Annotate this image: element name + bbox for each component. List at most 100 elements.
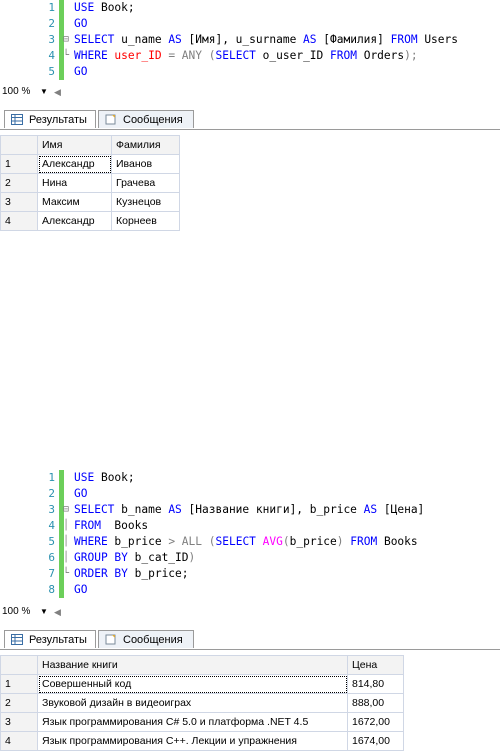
code-line[interactable]: 6 │ GROUP BY b_cat_ID) xyxy=(0,550,500,566)
code-token: o_user_ID xyxy=(262,49,331,62)
table-cell[interactable]: Александр xyxy=(37,211,112,231)
code-token: [Цена] xyxy=(383,503,425,516)
table-cell[interactable]: Кузнецов xyxy=(111,192,180,212)
line-number: 1 xyxy=(48,471,55,484)
code-token: ( xyxy=(282,535,290,548)
row-number[interactable]: 4 xyxy=(0,731,38,751)
zoom-level[interactable]: 100 % xyxy=(2,604,30,620)
code-line[interactable]: 2 GO xyxy=(0,486,500,502)
code-text[interactable]: ORDER BY b_price; xyxy=(74,566,189,582)
column-header[interactable]: Цена xyxy=(347,655,404,675)
column-header[interactable]: Название книги xyxy=(37,655,348,675)
column-header[interactable]: Фамилия xyxy=(111,135,180,155)
row-number[interactable]: 1 xyxy=(0,154,38,174)
table-cell[interactable]: Максим xyxy=(37,192,112,212)
row-number[interactable]: 3 xyxy=(0,192,38,212)
table-row[interactable]: 3 Язык программирования C# 5.0 и платформ… xyxy=(0,712,404,732)
code-line[interactable]: 5 │ WHERE b_price > ALL (SELECT AVG(b_pric… xyxy=(0,534,500,550)
code-token: Users xyxy=(424,33,458,46)
scroll-left-icon[interactable]: ◀ xyxy=(54,84,61,100)
scroll-left-icon[interactable]: ◀ xyxy=(54,604,61,620)
code-line[interactable]: 4 └ WHERE user_ID = ANY (SELECT o_user_ID … xyxy=(0,48,500,64)
zoom-control-2[interactable]: 100 % ▼ ◀ xyxy=(0,604,500,620)
table-cell[interactable]: 888,00 xyxy=(347,693,404,713)
query-window-1: 1 USE Book; 2 GO 3 ⊟ SELECT u_name AS [Имя], u… xyxy=(0,0,500,236)
row-number[interactable]: 3 xyxy=(0,712,38,732)
table-cell[interactable]: Грачева xyxy=(111,173,180,193)
table-row[interactable]: 4 Язык программирования C++. Лекции и упр… xyxy=(0,731,404,751)
collapse-icon[interactable]: ⊟ xyxy=(63,32,69,48)
zoom-dropdown-icon[interactable]: ▼ xyxy=(40,604,48,620)
row-number[interactable]: 4 xyxy=(0,211,38,231)
code-token: ) xyxy=(336,535,351,548)
collapse-icon[interactable]: ⊟ xyxy=(63,502,69,518)
code-text[interactable]: GO xyxy=(74,16,87,32)
tab-messages[interactable]: Сообщения xyxy=(98,110,194,128)
table-row[interactable]: 1 Александр Иванов xyxy=(0,154,180,174)
code-text[interactable]: SELECT b_name AS [Название книги], b_pri… xyxy=(74,502,424,518)
row-number[interactable]: 2 xyxy=(0,693,38,713)
code-token: ALL xyxy=(181,535,209,548)
code-text[interactable]: GROUP BY b_cat_ID) xyxy=(74,550,195,566)
table-row[interactable]: 3 Максим Кузнецов xyxy=(0,192,180,212)
table-cell[interactable]: Язык программирования C# 5.0 и платформа… xyxy=(37,712,348,732)
table-cell[interactable]: 1672,00 xyxy=(347,712,404,732)
table-cell[interactable]: Корнеев xyxy=(111,211,180,231)
tab-results[interactable]: Результаты xyxy=(4,630,96,648)
table-cell[interactable]: Александр xyxy=(37,154,112,174)
code-token: [Имя], u_surname xyxy=(188,33,304,46)
code-line[interactable]: 2 GO xyxy=(0,16,500,32)
code-line[interactable]: 3 ⊟ SELECT b_name AS [Название книги], b_p… xyxy=(0,502,500,518)
table-row[interactable]: 1 Совершенный код 814,80 xyxy=(0,674,404,694)
code-text[interactable]: USE Book; xyxy=(74,470,135,486)
code-token: GO xyxy=(74,487,88,500)
code-token: b_price xyxy=(114,535,169,548)
code-text[interactable]: SELECT u_name AS [Имя], u_surname AS [Фа… xyxy=(74,32,458,48)
zoom-level[interactable]: 100 % xyxy=(2,84,30,100)
results-tabs-2: Результаты Сообщения xyxy=(0,630,500,650)
code-token: ); xyxy=(404,49,418,62)
table-cell[interactable]: Иванов xyxy=(111,154,180,174)
table-row[interactable]: 2 Звуковой дизайн в видеоиграх 888,00 xyxy=(0,693,404,713)
tab-messages[interactable]: Сообщения xyxy=(98,630,194,648)
code-line[interactable]: 7 └ ORDER BY b_price; xyxy=(0,566,500,582)
fold-guide-icon: └ xyxy=(63,568,70,579)
table-cell[interactable]: 1674,00 xyxy=(347,731,404,751)
code-line[interactable]: 1 USE Book; xyxy=(0,0,500,16)
code-text[interactable]: FROM Books xyxy=(74,518,148,534)
code-text[interactable]: WHERE b_price > ALL (SELECT AVG(b_price)… xyxy=(74,534,418,550)
column-header[interactable]: Имя xyxy=(37,135,112,155)
table-cell[interactable]: 814,80 xyxy=(347,674,404,694)
zoom-dropdown-icon[interactable]: ▼ xyxy=(40,84,48,100)
code-text[interactable]: GO xyxy=(74,64,87,80)
table-cell[interactable]: Язык программирования C++. Лекции и упра… xyxy=(37,731,348,751)
line-number: 2 xyxy=(48,17,55,30)
row-number[interactable]: 2 xyxy=(0,173,38,193)
line-number: 7 xyxy=(48,567,55,580)
code-text[interactable]: GO xyxy=(74,486,87,502)
code-token: FROM xyxy=(74,519,115,532)
grid-icon xyxy=(11,634,23,645)
row-number[interactable]: 1 xyxy=(0,674,38,694)
results-grid-2[interactable]: Название книги Цена 1 Совершенный код 814,… xyxy=(0,655,404,751)
table-row[interactable]: 4 Александр Корнеев xyxy=(0,211,180,231)
code-line[interactable]: 3 ⊟ SELECT u_name AS [Имя], u_surname AS [… xyxy=(0,32,500,48)
code-text[interactable]: WHERE user_ID = ANY (SELECT o_user_ID FR… xyxy=(74,48,418,64)
code-line[interactable]: 8 GO xyxy=(0,582,500,598)
code-text[interactable]: GO xyxy=(74,582,87,598)
tab-results[interactable]: Результаты xyxy=(4,110,96,128)
code-token: AS xyxy=(168,33,189,46)
zoom-control-1[interactable]: 100 % ▼ ◀ xyxy=(0,84,500,100)
table-row[interactable]: 2 Нина Грачева xyxy=(0,173,180,193)
code-token: USE xyxy=(74,1,101,14)
table-cell[interactable]: Нина xyxy=(37,173,112,193)
code-line[interactable]: 5 GO xyxy=(0,64,500,80)
code-line[interactable]: 1 USE Book; xyxy=(0,470,500,486)
code-line[interactable]: 4 │ FROM Books xyxy=(0,518,500,534)
code-text[interactable]: USE Book; xyxy=(74,0,135,16)
code-token: > xyxy=(168,535,182,548)
table-cell[interactable]: Звуковой дизайн в видеоиграх xyxy=(37,693,348,713)
table-cell[interactable]: Совершенный код xyxy=(37,674,348,694)
results-grid-1[interactable]: Имя Фамилия 1 Александр Иванов 2 Нина Грачева… xyxy=(0,135,180,231)
code-token: [Название книги], b_price xyxy=(188,503,364,516)
